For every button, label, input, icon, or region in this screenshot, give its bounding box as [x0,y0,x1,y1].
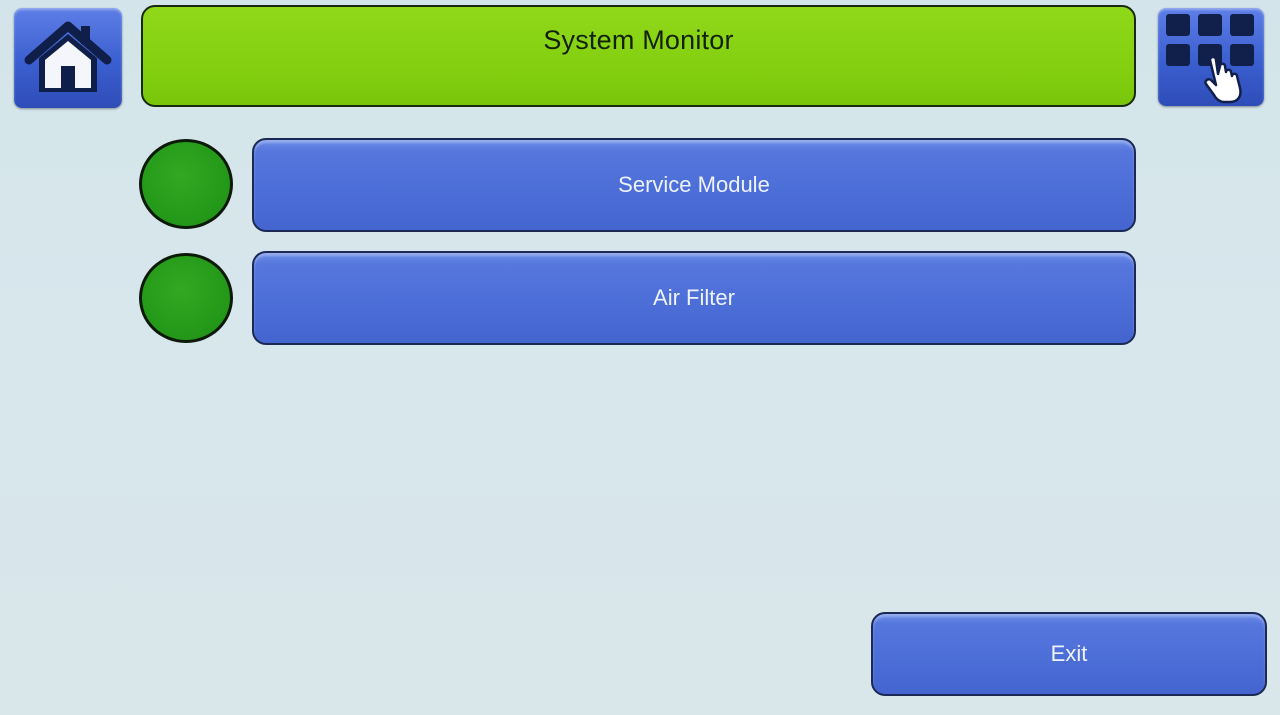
status-indicator-air-filter [139,253,233,343]
status-indicator-service-module [139,139,233,229]
home-button[interactable] [14,8,122,108]
title-bar: System Monitor [141,5,1136,107]
exit-button[interactable]: Exit [871,612,1267,696]
air-filter-button[interactable]: Air Filter [252,251,1136,345]
menu-button[interactable] [1158,8,1264,106]
home-icon [24,21,112,92]
service-module-button[interactable]: Service Module [252,138,1136,232]
page-title: System Monitor [543,25,734,55]
grid-menu-touch-icon [1166,14,1254,104]
